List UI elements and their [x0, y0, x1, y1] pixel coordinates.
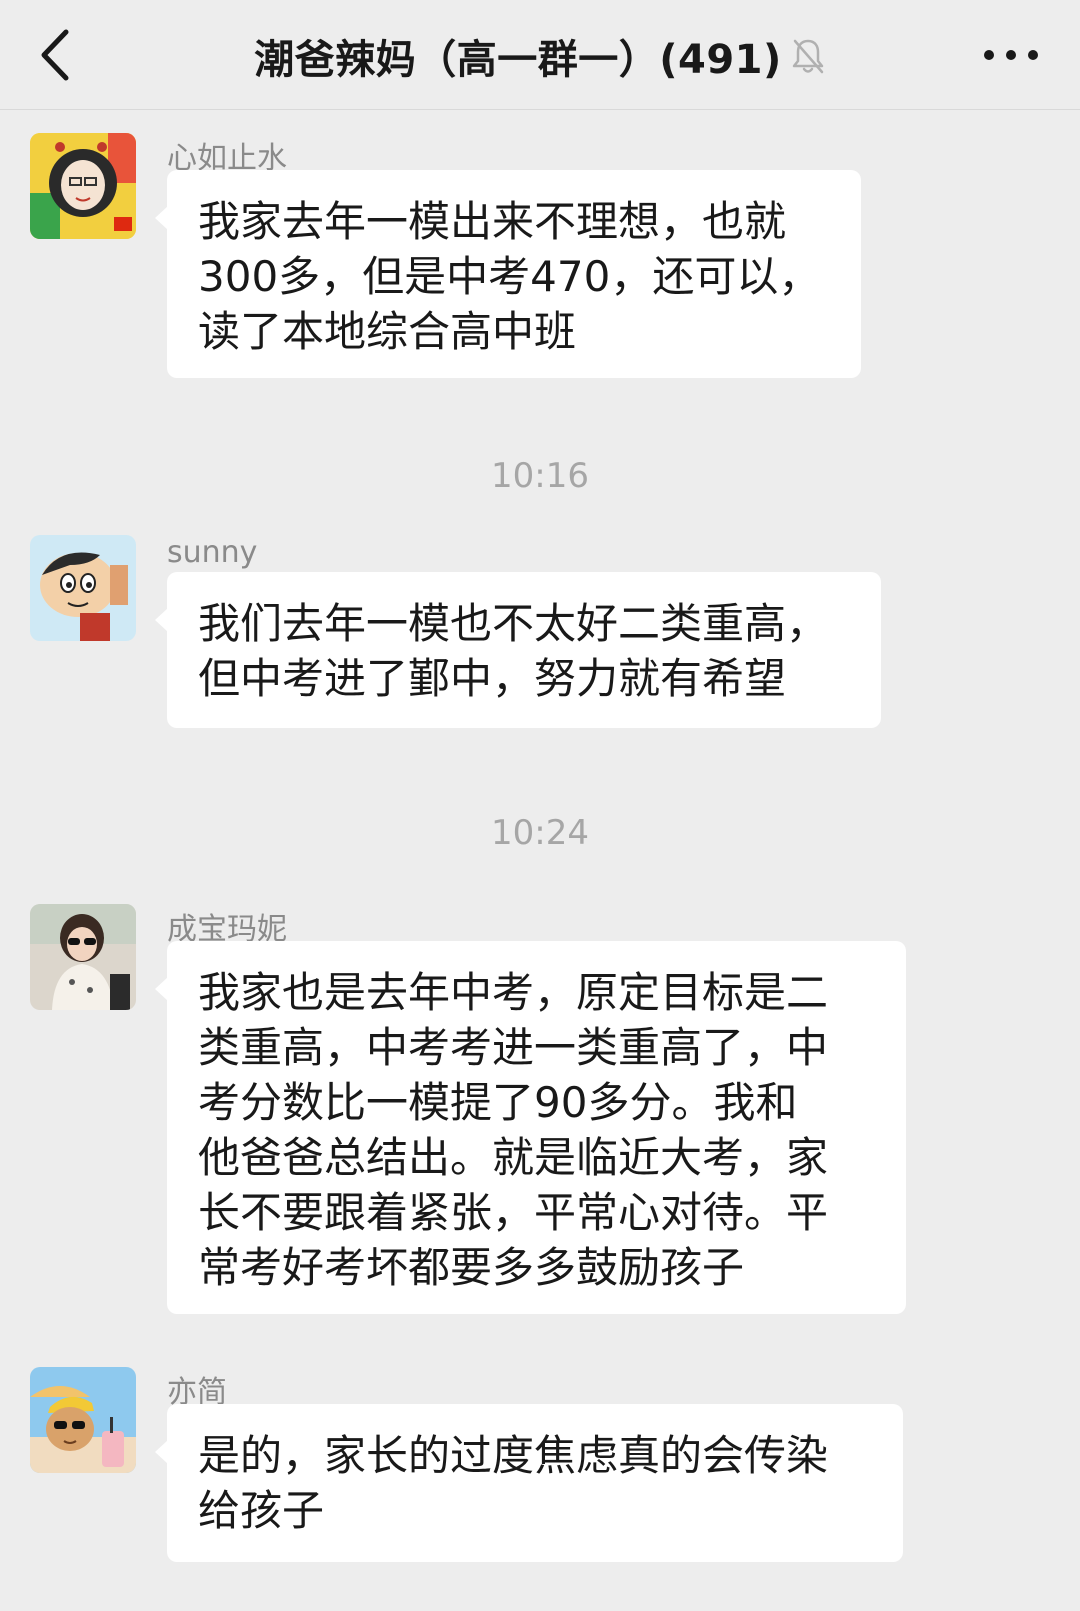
sender-name: sunny: [167, 535, 258, 570]
avatar[interactable]: [30, 1367, 136, 1473]
timestamp: 10:24: [491, 813, 589, 853]
avatar[interactable]: [30, 535, 136, 641]
message-bubble[interactable]: 是的，家长的过度焦虑真的会传染 给孩子: [155, 1404, 903, 1562]
avatar[interactable]: [30, 904, 136, 1010]
chat-header: 潮爸辣妈（高一群一）(491): [0, 0, 1080, 110]
avatar[interactable]: [30, 133, 136, 239]
bell-muted-icon: [792, 39, 824, 74]
chevron-left-icon: [41, 29, 69, 81]
message-bubble[interactable]: 我们去年一模也不太好二类重高， 但中考进了鄞中，努力就有希望: [155, 572, 881, 728]
more-options-button[interactable]: [976, 30, 1046, 80]
message-bubble[interactable]: 我家去年一模出来不理想，也就 300多，但是中考470，还可以， 读了本地综合高…: [155, 170, 861, 378]
chat-title: 潮爸辣妈（高一群一）(491): [254, 37, 782, 83]
timestamp: 10:16: [491, 456, 589, 496]
back-button[interactable]: [30, 22, 90, 88]
chat-title-group: 潮爸辣妈（高一群一）(491): [140, 28, 940, 84]
message-bubble[interactable]: 我家也是去年中考，原定目标是二 类重高，中考考进一类重高了，中 考分数比一模提了…: [155, 941, 906, 1314]
more-dots-icon: [984, 50, 1038, 60]
